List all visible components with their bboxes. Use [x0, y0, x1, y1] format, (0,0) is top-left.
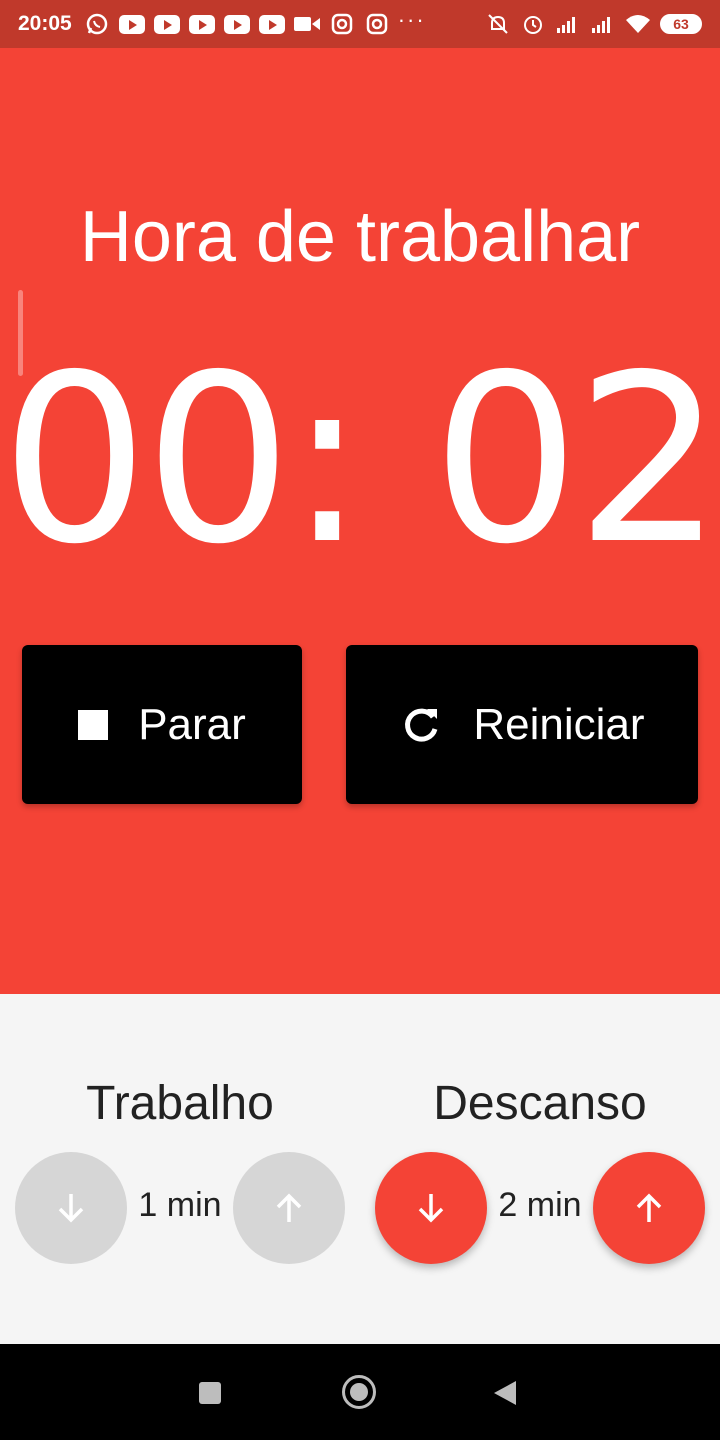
restart-button-label: Reiniciar — [473, 699, 645, 749]
instagram-icon — [329, 13, 355, 35]
work-decrease-button[interactable] — [15, 1152, 127, 1264]
video-icon — [293, 13, 320, 35]
signal-icon — [555, 13, 581, 35]
rest-duration-label: Descanso — [433, 1077, 647, 1130]
youtube-icon — [153, 13, 180, 35]
rest-increase-button[interactable] — [593, 1152, 705, 1264]
whatsapp-icon — [84, 13, 110, 35]
stop-button-label: Parar — [138, 699, 246, 749]
work-increase-button[interactable] — [233, 1152, 345, 1264]
arrow-down-icon — [58, 1194, 84, 1223]
wifi-icon — [625, 13, 651, 35]
arrow-up-icon — [276, 1193, 302, 1222]
alarm-icon — [520, 13, 546, 35]
youtube-icon — [223, 13, 250, 35]
more-icon: ··· — [397, 7, 426, 32]
refresh-icon — [399, 703, 443, 747]
status-time: 20:05 — [18, 12, 72, 35]
page-title: Hora de trabalhar — [79, 197, 641, 277]
navigation-bar — [0, 1344, 720, 1440]
recents-button[interactable] — [199, 1382, 221, 1404]
rest-decrease-button[interactable] — [375, 1152, 487, 1264]
youtube-icon — [188, 13, 215, 35]
youtube-icon — [258, 13, 285, 35]
restart-button[interactable]: Reiniciar — [346, 645, 698, 804]
home-button[interactable] — [342, 1375, 376, 1409]
system-icons: 63 — [485, 13, 702, 35]
notification-icons: ··· — [84, 7, 425, 35]
work-duration-value: 1 min — [138, 1186, 222, 1224]
instagram-icon — [364, 13, 390, 35]
arrow-down-icon — [418, 1194, 444, 1223]
status-bar: 20:05 ··· 63 — [0, 0, 720, 48]
stop-icon — [78, 709, 109, 740]
stop-button[interactable]: Parar — [22, 645, 302, 804]
signal-icon — [590, 13, 616, 35]
rest-duration-value: 2 min — [498, 1186, 582, 1224]
arrow-up-icon — [636, 1193, 662, 1222]
mute-icon — [485, 13, 511, 35]
work-duration-label: Trabalho — [86, 1077, 274, 1130]
back-button[interactable] — [494, 1381, 516, 1405]
timer-display: 00: 02 — [0, 325, 720, 595]
battery-icon: 63 — [660, 14, 702, 34]
youtube-icon — [118, 13, 145, 35]
